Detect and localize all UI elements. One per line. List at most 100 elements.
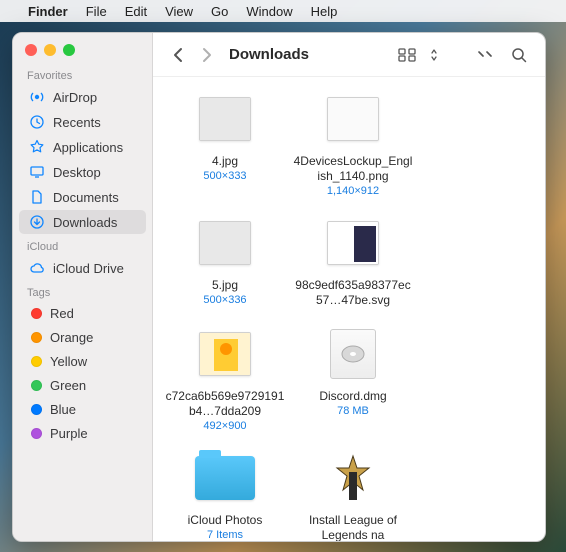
file-item[interactable]: 4DevicesLockup_English_1140.png1,140×912 bbox=[289, 83, 417, 207]
tags-heading: Tags bbox=[13, 281, 152, 301]
file-meta: 7 Items bbox=[207, 529, 243, 541]
image-thumbnail bbox=[327, 97, 379, 141]
tag-dot-icon bbox=[31, 332, 42, 343]
sidebar-item-recents[interactable]: Recents bbox=[19, 110, 146, 134]
clock-icon bbox=[29, 114, 45, 130]
sidebar-item-downloads[interactable]: Downloads bbox=[19, 210, 146, 234]
dmg-icon bbox=[330, 329, 376, 379]
menu-edit[interactable]: Edit bbox=[125, 4, 147, 19]
menu-view[interactable]: View bbox=[165, 4, 193, 19]
menu-help[interactable]: Help bbox=[311, 4, 338, 19]
tag-dot-icon bbox=[31, 356, 42, 367]
file-item[interactable]: Install League of Legends na bbox=[289, 442, 417, 541]
sidebar-item-label: Applications bbox=[53, 140, 123, 155]
sidebar-item-label: Green bbox=[50, 378, 86, 393]
tag-blue[interactable]: Blue bbox=[19, 398, 146, 421]
file-meta: 500×333 bbox=[203, 170, 246, 182]
file-name: iCloud Photos bbox=[188, 513, 263, 528]
tag-yellow[interactable]: Yellow bbox=[19, 350, 146, 373]
file-thumbnail bbox=[183, 87, 267, 151]
desktop-icon bbox=[29, 164, 45, 180]
sidebar: Favorites AirDrop Recents Applications Desk… bbox=[13, 33, 153, 541]
file-item[interactable]: c72ca6b569e9729191b4…7dda209492×900 bbox=[161, 318, 289, 442]
close-button[interactable] bbox=[25, 44, 37, 56]
sidebar-item-label: Blue bbox=[50, 402, 76, 417]
file-item[interactable]: 4.jpg500×333 bbox=[161, 83, 289, 207]
file-name: c72ca6b569e9729191b4…7dda209 bbox=[165, 389, 285, 419]
search-button[interactable] bbox=[508, 44, 530, 66]
tag-green[interactable]: Green bbox=[19, 374, 146, 397]
down-icon bbox=[29, 214, 45, 230]
app-menu[interactable]: Finder bbox=[28, 4, 68, 19]
file-meta: 492×900 bbox=[203, 420, 246, 432]
favorites-heading: Favorites bbox=[13, 64, 152, 84]
sidebar-item-label: Documents bbox=[53, 190, 119, 205]
file-name: 5.jpg bbox=[212, 278, 238, 293]
forward-button[interactable] bbox=[195, 43, 219, 67]
file-meta: 500×336 bbox=[203, 294, 246, 306]
file-item[interactable]: 5.jpg500×336 bbox=[161, 207, 289, 318]
image-thumbnail bbox=[199, 97, 251, 141]
sidebar-item-airdrop[interactable]: AirDrop bbox=[19, 85, 146, 109]
file-content[interactable]: 4.jpg500×3334DevicesLockup_English_1140.… bbox=[153, 77, 545, 541]
tag-orange[interactable]: Orange bbox=[19, 326, 146, 349]
group-menu[interactable] bbox=[423, 44, 445, 66]
sidebar-item-documents[interactable]: Documents bbox=[19, 185, 146, 209]
file-thumbnail bbox=[183, 446, 267, 510]
main-pane: Downloads 4.jpg500×3334DevicesLockup_Eng… bbox=[153, 33, 545, 541]
sidebar-item-label: iCloud Drive bbox=[53, 261, 124, 276]
apps-icon bbox=[29, 139, 45, 155]
file-thumbnail bbox=[183, 211, 267, 275]
sidebar-item-label: Red bbox=[50, 306, 74, 321]
doc-icon bbox=[29, 189, 45, 205]
sidebar-item-label: Yellow bbox=[50, 354, 87, 369]
file-thumbnail bbox=[311, 87, 395, 151]
file-thumbnail bbox=[311, 322, 395, 386]
icloud-heading: iCloud bbox=[13, 235, 152, 255]
tag-red[interactable]: Red bbox=[19, 302, 146, 325]
tag-dot-icon bbox=[31, 308, 42, 319]
minimize-button[interactable] bbox=[44, 44, 56, 56]
sidebar-item-label: AirDrop bbox=[53, 90, 97, 105]
toolbar: Downloads bbox=[153, 33, 545, 77]
sidebar-item-label: Recents bbox=[53, 115, 101, 130]
file-name: 4DevicesLockup_English_1140.png bbox=[293, 154, 413, 184]
file-item[interactable]: 98c9edf635a98377ec57…47be.svg bbox=[289, 207, 417, 318]
file-thumbnail bbox=[183, 322, 267, 386]
traffic-lights bbox=[13, 40, 152, 64]
sidebar-item-applications[interactable]: Applications bbox=[19, 135, 146, 159]
view-icons-button[interactable] bbox=[396, 44, 418, 66]
app-icon bbox=[325, 450, 381, 506]
sidebar-item-icloud-drive[interactable]: iCloud Drive bbox=[19, 256, 146, 280]
cloud-icon bbox=[29, 260, 45, 276]
menu-go[interactable]: Go bbox=[211, 4, 228, 19]
airdrop-icon bbox=[29, 89, 45, 105]
tag-dot-icon bbox=[31, 428, 42, 439]
file-name: 98c9edf635a98377ec57…47be.svg bbox=[293, 278, 413, 308]
image-thumbnail bbox=[327, 221, 379, 265]
zoom-button[interactable] bbox=[63, 44, 75, 56]
file-name: 4.jpg bbox=[212, 154, 238, 169]
tag-dot-icon bbox=[31, 404, 42, 415]
sidebar-item-label: Orange bbox=[50, 330, 93, 345]
back-button[interactable] bbox=[165, 43, 189, 67]
sidebar-item-label: Desktop bbox=[53, 165, 101, 180]
toolbar-overflow[interactable] bbox=[474, 44, 496, 66]
image-thumbnail bbox=[199, 332, 251, 376]
system-menubar: Finder File Edit View Go Window Help bbox=[0, 0, 566, 22]
tag-dot-icon bbox=[31, 380, 42, 391]
window-title: Downloads bbox=[229, 46, 309, 63]
file-item[interactable]: iCloud Photos7 Items bbox=[161, 442, 289, 541]
image-thumbnail bbox=[199, 221, 251, 265]
file-meta: 1,140×912 bbox=[327, 185, 379, 197]
sidebar-item-label: Purple bbox=[50, 426, 88, 441]
menu-file[interactable]: File bbox=[86, 4, 107, 19]
folder-icon bbox=[195, 456, 255, 500]
tag-purple[interactable]: Purple bbox=[19, 422, 146, 445]
file-item[interactable]: Discord.dmg78 MB bbox=[289, 318, 417, 442]
sidebar-item-desktop[interactable]: Desktop bbox=[19, 160, 146, 184]
menu-window[interactable]: Window bbox=[246, 4, 292, 19]
sidebar-item-label: Downloads bbox=[53, 215, 117, 230]
file-thumbnail bbox=[311, 211, 395, 275]
file-meta: 78 MB bbox=[337, 405, 369, 417]
